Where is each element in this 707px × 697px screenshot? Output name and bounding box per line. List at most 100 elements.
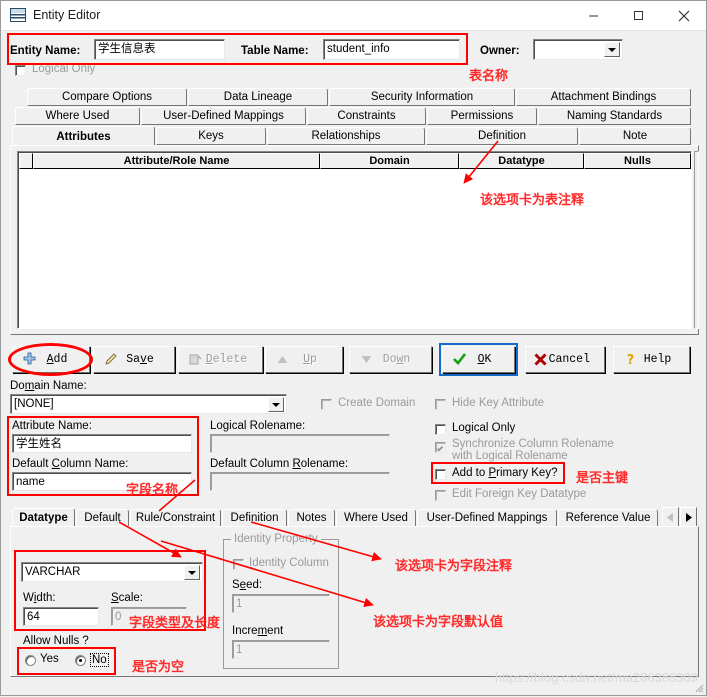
tab-scroll-left-button[interactable]	[662, 507, 679, 527]
up-button-label: Up	[303, 353, 317, 366]
grid-header-domain[interactable]: Domain	[320, 153, 459, 169]
save-button-label: Save	[126, 353, 154, 366]
grid-header-attribute-role-name[interactable]: Attribute/Role Name	[33, 153, 320, 169]
attribute-name-input[interactable]: 学生姓名	[12, 434, 192, 453]
window-title: Entity Editor	[33, 8, 101, 22]
tab-definition[interactable]: Definition	[426, 127, 578, 145]
datatype-combo[interactable]: VARCHAR	[21, 562, 203, 582]
tab-data-lineage[interactable]: Data Lineage	[188, 88, 328, 106]
attributes-grid[interactable]: Attribute/Role Name Domain Datatype Null…	[17, 151, 692, 329]
triangle-down-icon	[356, 352, 376, 367]
create-domain-label: Create Domain	[338, 397, 416, 409]
create-domain-checkbox[interactable]	[321, 399, 332, 410]
edit-foreign-key-datatype-label: Edit Foreign Key Datatype	[452, 488, 587, 500]
synchronize-column-rolename-label2: with Logical Rolename	[452, 450, 568, 462]
plus-icon	[19, 352, 39, 367]
tab-definition-field[interactable]: Definition	[222, 509, 287, 527]
help-button[interactable]: ? Help	[613, 346, 690, 373]
seed-input[interactable]: 1	[232, 594, 330, 613]
domain-name-combo[interactable]: [NONE]	[10, 394, 287, 414]
tab-note[interactable]: Note	[579, 127, 691, 145]
tab-reference-value[interactable]: Reference Value	[558, 509, 658, 527]
tab-default[interactable]: Default	[76, 509, 129, 527]
synchronize-column-rolename-checkbox[interactable]	[435, 442, 446, 453]
x-icon	[532, 352, 549, 367]
allow-nulls-yes-radio[interactable]	[25, 655, 36, 666]
tab-attributes[interactable]: Attributes	[12, 126, 155, 146]
logical-only-attribute-checkbox[interactable]	[435, 424, 446, 435]
tab-notes[interactable]: Notes	[288, 509, 335, 527]
cancel-button[interactable]: Cancel	[525, 346, 605, 373]
identity-column-checkbox[interactable]	[233, 559, 244, 570]
add-button-label: AAdddd	[46, 353, 68, 366]
chevron-down-icon[interactable]	[184, 565, 200, 580]
annotation-field-comment-tab: 该选项卡为字段注释	[395, 559, 513, 574]
default-column-name-label: Default Column Name:	[12, 458, 129, 470]
tab-relationships[interactable]: Relationships	[267, 127, 425, 145]
add-to-primary-key-label: Add to Primary Key?	[452, 467, 558, 479]
tab-attachment-bindings[interactable]: Attachment Bindings	[516, 88, 691, 106]
pencil-icon	[100, 352, 120, 367]
annotation-field-default-tab: 该选项卡为字段默认值	[373, 615, 504, 630]
entity-table-icon	[10, 8, 26, 23]
tab-constraints[interactable]: Constraints	[307, 107, 426, 125]
width-input[interactable]: 64	[23, 607, 99, 626]
annotation-is-nullable: 是否为空	[132, 660, 185, 675]
identity-property-title: Identity Property	[231, 533, 321, 545]
svg-text:?: ?	[626, 353, 634, 367]
hide-key-attribute-checkbox[interactable]	[435, 399, 446, 410]
add-button[interactable]: AAdddd	[12, 346, 90, 373]
close-button[interactable]	[661, 1, 706, 30]
minimize-button[interactable]	[571, 1, 616, 30]
save-button[interactable]: Save	[93, 346, 175, 373]
tab-naming-standards[interactable]: Naming Standards	[538, 107, 691, 125]
grid-header-datatype[interactable]: Datatype	[459, 153, 584, 169]
scale-label: Scale:	[111, 592, 143, 604]
tab-where-used[interactable]: Where Used	[15, 107, 140, 125]
tab-permissions[interactable]: Permissions	[427, 107, 537, 125]
tab-where-used-field[interactable]: Where Used	[336, 509, 416, 527]
tab-rule-constraint[interactable]: Rule/Constraint	[130, 509, 221, 527]
tab-keys[interactable]: Keys	[156, 127, 266, 145]
table-name-input[interactable]: student_info	[323, 39, 460, 60]
question-icon: ?	[620, 352, 640, 367]
grid-scroll-track[interactable]	[694, 151, 699, 329]
logical-only-entity-checkbox[interactable]	[15, 65, 26, 76]
annotation-field-name: 字段名称	[126, 483, 179, 498]
logical-only-entity-label: Logical Only	[32, 63, 96, 75]
chevron-down-icon[interactable]	[604, 42, 620, 57]
maximize-button[interactable]	[616, 1, 661, 30]
entity-name-label: Entity Name:	[10, 45, 81, 57]
default-column-rolename-label: Default Column Rolename:	[210, 458, 349, 470]
tab-scroll-right-button[interactable]	[680, 507, 697, 527]
allow-nulls-no-radio[interactable]	[75, 655, 86, 666]
chevron-down-icon[interactable]	[268, 397, 284, 412]
tab-datatype[interactable]: Datatype	[12, 508, 75, 527]
delete-button[interactable]: Delete	[178, 346, 263, 373]
ok-button[interactable]: OK	[439, 343, 518, 376]
tab-compare-options[interactable]: Compare Options	[27, 88, 187, 106]
tab-user-defined-mappings-field[interactable]: User-Defined Mappings	[417, 509, 557, 527]
tab-user-defined-mappings[interactable]: User-Defined Mappings	[141, 107, 306, 125]
logical-rolename-label: Logical Rolename:	[210, 420, 306, 432]
down-button-label: Down	[382, 353, 411, 366]
default-column-rolename-input[interactable]	[210, 472, 390, 491]
ok-button-label: OK	[477, 353, 492, 366]
identity-column-label: Identity Column	[249, 557, 329, 569]
title-bar: Entity Editor	[1, 1, 706, 31]
owner-combo[interactable]	[533, 39, 623, 60]
down-button[interactable]: Down	[349, 346, 432, 373]
tab-security-information[interactable]: Security Information	[329, 88, 515, 106]
logical-rolename-input[interactable]	[210, 434, 390, 453]
seed-label: Seed:	[232, 579, 263, 591]
up-button[interactable]: Up	[265, 346, 343, 373]
resize-grip[interactable]	[692, 681, 704, 693]
triangle-up-icon	[272, 352, 292, 367]
entity-name-input[interactable]: 学生信息表	[94, 39, 225, 60]
allow-nulls-label: Allow Nulls ?	[23, 635, 89, 647]
edit-foreign-key-datatype-checkbox[interactable]	[435, 490, 446, 501]
increment-input[interactable]: 1	[232, 640, 330, 659]
grid-header-nulls[interactable]: Nulls	[584, 153, 691, 169]
owner-label: Owner:	[480, 45, 520, 57]
add-to-primary-key-checkbox[interactable]	[435, 469, 446, 480]
